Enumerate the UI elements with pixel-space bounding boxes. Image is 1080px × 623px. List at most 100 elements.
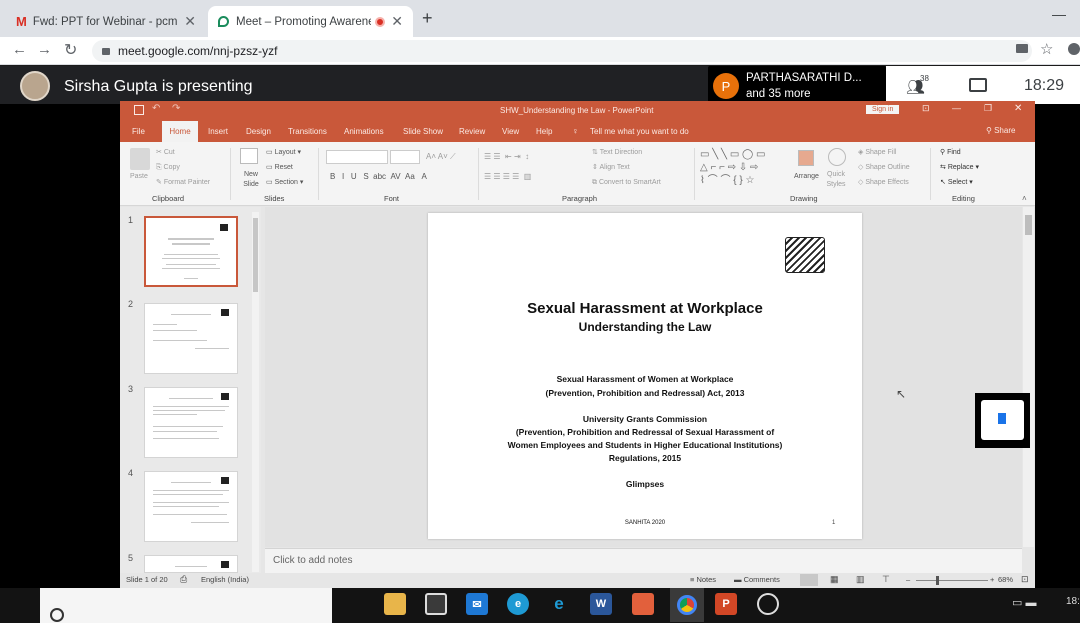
- zoom-slider[interactable]: [916, 576, 988, 585]
- reload-icon[interactable]: ↻: [64, 40, 77, 60]
- tab-review[interactable]: Review: [455, 121, 489, 142]
- shape-fill-button[interactable]: ◈ Shape Fill: [858, 148, 896, 158]
- layout-button[interactable]: ▭ Layout ▾: [266, 148, 301, 158]
- store-icon[interactable]: [425, 593, 447, 615]
- align-icons[interactable]: ☰ ☰ ☰ ☰ ▥: [484, 172, 531, 182]
- word-icon[interactable]: W: [590, 593, 612, 615]
- find-button[interactable]: ⚲ Find: [940, 148, 961, 158]
- minimize-icon[interactable]: —: [1052, 6, 1066, 22]
- restore-icon[interactable]: ❐: [984, 103, 992, 114]
- network-icon[interactable]: ▭ ▬: [1012, 596, 1036, 609]
- spellcheck-icon[interactable]: ⎙: [180, 574, 187, 585]
- back-icon[interactable]: ←: [12, 41, 27, 58]
- font-size-select[interactable]: [390, 150, 420, 164]
- replace-button[interactable]: ⇆ Replace ▾: [940, 163, 979, 173]
- url-input[interactable]: meet.google.com/nnj-pzsz-yzf: [92, 40, 1032, 62]
- profile-icon[interactable]: [1068, 43, 1080, 55]
- file-explorer-icon[interactable]: [384, 593, 406, 615]
- redo-icon[interactable]: ↷: [172, 103, 180, 114]
- bullets-icon[interactable]: ☰ ☰ ⇤ ⇥ ↕: [484, 152, 529, 162]
- tab-animations[interactable]: Animations: [340, 121, 388, 142]
- tell-me-input[interactable]: Tell me what you want to do: [586, 121, 693, 142]
- tab-design[interactable]: Design: [242, 121, 275, 142]
- text-direction-button[interactable]: ⇅ Text Direction: [592, 148, 642, 158]
- paint-icon[interactable]: [632, 593, 654, 615]
- paste-icon[interactable]: [130, 148, 150, 170]
- slide-thumbnail[interactable]: [144, 471, 238, 542]
- select-button[interactable]: ↖ Select ▾: [940, 178, 973, 188]
- shapes-gallery[interactable]: ▭ ╲ ╲ ▭ ◯ ▭ △ ⌐ ⌐ ⇨ ⇩ ⇨ ⌇ ⌒ ⌒ { } ☆: [700, 148, 788, 188]
- new-slide-icon[interactable]: [240, 148, 258, 164]
- taskbar-clock[interactable]: 18:: [1066, 596, 1080, 607]
- ribbon-display-icon[interactable]: ⊡: [922, 103, 930, 114]
- slide-scrollbar[interactable]: [1023, 207, 1034, 547]
- tab-home[interactable]: Home: [162, 121, 198, 142]
- new-slide-label[interactable]: New Slide: [238, 170, 264, 190]
- shape-outline-button[interactable]: ◇ Shape Outline: [858, 163, 910, 173]
- normal-view-icon[interactable]: [800, 574, 818, 586]
- tab-meet[interactable]: Meet – Promoting Awarenes ✕: [208, 6, 413, 37]
- minimize-icon[interactable]: —: [952, 103, 961, 113]
- tab-file[interactable]: File: [128, 121, 149, 142]
- notes-pane[interactable]: Click to add notes: [265, 548, 1022, 573]
- tab-transitions[interactable]: Transitions: [284, 121, 331, 142]
- tab-help[interactable]: Help: [532, 121, 556, 142]
- undo-icon[interactable]: ↶: [152, 103, 160, 114]
- fit-to-window-icon[interactable]: ⊡: [1021, 574, 1029, 585]
- notes-toggle[interactable]: ≡ Notes: [690, 575, 716, 584]
- font-size-grow-icon[interactable]: A˄ A˅ ⟋: [426, 152, 456, 162]
- share-button[interactable]: ⚲ Share: [986, 126, 1015, 135]
- zoom-slider-thumb[interactable]: [936, 576, 939, 585]
- language-status[interactable]: English (India): [201, 575, 249, 584]
- thumbnail-scrollbar[interactable]: [252, 212, 259, 572]
- comments-toggle[interactable]: ▬ Comments: [734, 575, 780, 584]
- scrollbar-thumb[interactable]: [253, 218, 258, 292]
- bookmark-overlay[interactable]: [975, 393, 1030, 448]
- save-icon[interactable]: [134, 105, 144, 115]
- zoom-level[interactable]: 68%: [998, 575, 1013, 584]
- obs-icon[interactable]: [757, 593, 779, 615]
- section-button[interactable]: ▭ Section ▾: [266, 178, 303, 188]
- font-style-buttons[interactable]: B I U S abc AV Aa A: [330, 172, 427, 182]
- slide-thumbnail[interactable]: [144, 216, 238, 287]
- reading-view-icon[interactable]: ▥: [856, 574, 865, 585]
- scrollbar-thumb[interactable]: [1025, 215, 1032, 235]
- forward-icon[interactable]: →: [37, 41, 52, 58]
- close-icon[interactable]: ✕: [1014, 103, 1022, 114]
- zoom-in-icon[interactable]: +: [990, 575, 994, 584]
- tab-slide-show[interactable]: Slide Show: [399, 121, 447, 142]
- shape-effects-button[interactable]: ◇ Shape Effects: [858, 178, 909, 188]
- arrange-label[interactable]: Arrange: [794, 172, 819, 182]
- cut-button[interactable]: ✂ Cut: [156, 148, 175, 158]
- slide-thumbnail[interactable]: [144, 387, 238, 458]
- edge-icon[interactable]: e: [507, 593, 529, 615]
- mail-icon[interactable]: ✉: [466, 593, 488, 615]
- zoom-out-icon[interactable]: –: [906, 575, 910, 584]
- close-tab-icon[interactable]: ✕: [184, 13, 196, 30]
- copy-button[interactable]: ⎘ Copy: [156, 163, 180, 173]
- new-tab-button[interactable]: +: [422, 8, 433, 29]
- slide-thumbnail[interactable]: [144, 303, 238, 374]
- powerpoint-icon[interactable]: P: [715, 593, 737, 615]
- tab-insert[interactable]: Insert: [204, 121, 232, 142]
- align-text-button[interactable]: ⇕ Align Text: [592, 163, 630, 173]
- smartart-button[interactable]: ⧉ Convert to SmartArt: [592, 178, 661, 188]
- star-icon[interactable]: ☆: [1040, 40, 1053, 58]
- taskbar-search-box[interactable]: [40, 588, 332, 623]
- sign-in-button[interactable]: Sign in: [866, 105, 900, 114]
- quick-styles-label[interactable]: Quick Styles: [824, 170, 848, 190]
- slideshow-icon[interactable]: ⊤: [882, 574, 890, 585]
- quick-styles-icon[interactable]: [828, 148, 846, 166]
- paste-label[interactable]: Paste: [130, 172, 148, 182]
- collapse-ribbon-icon[interactable]: ˄: [1022, 194, 1027, 203]
- chrome-taskbar-button[interactable]: [670, 588, 704, 622]
- font-name-select[interactable]: [326, 150, 388, 164]
- camera-icon[interactable]: [1016, 44, 1028, 53]
- slide-sorter-icon[interactable]: ▦: [830, 574, 839, 585]
- slide-thumbnail[interactable]: [144, 555, 238, 573]
- ie-icon[interactable]: e: [548, 593, 570, 615]
- chat-icon[interactable]: [969, 78, 987, 92]
- reset-button[interactable]: ▭ Reset: [266, 163, 293, 173]
- arrange-icon[interactable]: [798, 150, 814, 166]
- format-painter-button[interactable]: ✎ Format Painter: [156, 178, 210, 188]
